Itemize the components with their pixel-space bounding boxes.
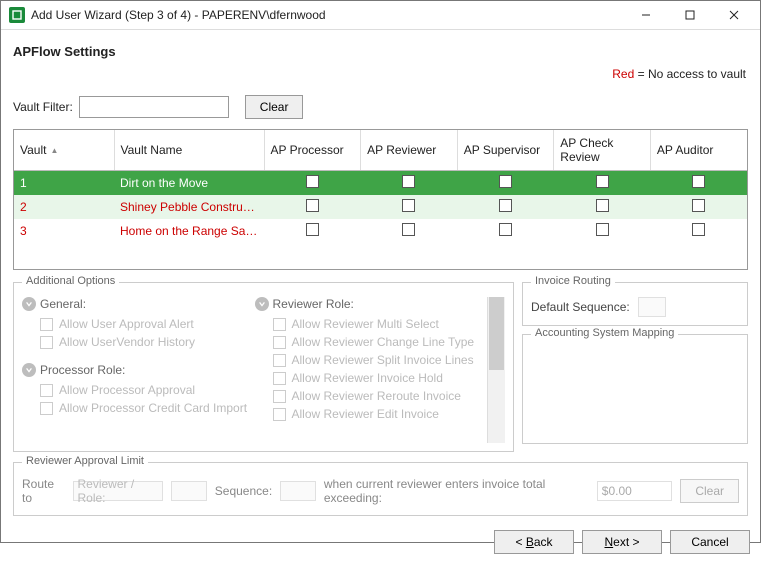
opt-reviewer-edit-invoice: Allow Reviewer Edit Invoice [273, 407, 488, 421]
minimize-button[interactable] [624, 1, 668, 29]
default-sequence-value [638, 297, 666, 317]
legend-text: = No access to vault [634, 67, 746, 81]
reviewer-role-field: Reviewer / Role: [73, 481, 164, 501]
chk-ap-supervisor[interactable] [499, 199, 512, 212]
opt-reviewer-split-invoice: Allow Reviewer Split Invoice Lines [273, 353, 488, 367]
limit-amount: $0.00 [597, 481, 673, 501]
footer: < Back Next > Cancel [1, 522, 760, 564]
cell-vault-name: Shiney Pebble Constru… [114, 195, 264, 219]
cell-vault-id: 1 [14, 171, 114, 196]
back-button[interactable]: < Back [494, 530, 574, 554]
chk-ap-auditor[interactable] [692, 175, 705, 188]
col-ap-reviewer[interactable]: AP Reviewer [361, 130, 458, 171]
cell-vault-name: Dirt on the Move [114, 171, 264, 196]
chk-ap-auditor[interactable] [692, 199, 705, 212]
clear-filter-button[interactable]: Clear [245, 95, 304, 119]
additional-options-group: Additional Options General: Allow User A… [13, 282, 514, 452]
close-button[interactable] [712, 1, 756, 29]
group-label: Invoice Routing [531, 275, 615, 287]
col-ap-processor[interactable]: AP Processor [264, 130, 361, 171]
opt-allow-user-approval-alert: Allow User Approval Alert [40, 317, 255, 331]
opt-reviewer-invoice-hold: Allow Reviewer Invoice Hold [273, 371, 488, 385]
cell-vault-id: 3 [14, 219, 114, 243]
group-label: Reviewer Approval Limit [22, 455, 148, 467]
app-icon [9, 7, 25, 23]
sequence-value [280, 481, 316, 501]
legend-red: Red [612, 67, 634, 81]
opt-reviewer-change-line-type: Allow Reviewer Change Line Type [273, 335, 488, 349]
col-vault-name[interactable]: Vault Name [114, 130, 264, 171]
chk-ap-auditor[interactable] [692, 223, 705, 236]
limit-tail-text: when current reviewer enters invoice tot… [324, 477, 589, 505]
chk-ap-processor[interactable] [306, 223, 319, 236]
cell-vault-id: 2 [14, 195, 114, 219]
chevron-down-icon [22, 363, 36, 377]
maximize-button[interactable] [668, 1, 712, 29]
legend: Red = No access to vault [11, 67, 746, 81]
cancel-button[interactable]: Cancel [670, 530, 750, 554]
opt-allow-user-vendor-history: Allow UserVendor History [40, 335, 255, 349]
default-sequence-label: Default Sequence: [531, 300, 630, 314]
table-row[interactable]: 1 Dirt on the Move [14, 171, 747, 196]
col-ap-auditor[interactable]: AP Auditor [650, 130, 747, 171]
route-to-label: Route to [22, 477, 65, 505]
page-title: APFlow Settings [13, 44, 750, 59]
accounting-mapping-group: Accounting System Mapping [522, 334, 748, 444]
chk-ap-processor[interactable] [306, 199, 319, 212]
next-button[interactable]: Next > [582, 530, 662, 554]
chk-ap-reviewer[interactable] [402, 223, 415, 236]
reviewer-approval-limit-group: Reviewer Approval Limit Route to Reviewe… [13, 462, 748, 516]
col-ap-supervisor[interactable]: AP Supervisor [457, 130, 554, 171]
vault-grid: Vault▲ Vault Name AP Processor AP Review… [13, 129, 748, 270]
col-ap-check-review[interactable]: AP Check Review [554, 130, 651, 171]
opt-allow-processor-cc-import: Allow Processor Credit Card Import [40, 401, 255, 415]
chk-ap-reviewer[interactable] [402, 199, 415, 212]
chk-ap-check-review[interactable] [596, 199, 609, 212]
general-heading[interactable]: General: [22, 297, 255, 311]
opt-reviewer-reroute: Allow Reviewer Reroute Invoice [273, 389, 488, 403]
chk-ap-check-review[interactable] [596, 175, 609, 188]
processor-heading[interactable]: Processor Role: [22, 363, 255, 377]
titlebar: Add User Wizard (Step 3 of 4) - PAPERENV… [1, 1, 760, 30]
reviewer-role-value [171, 481, 207, 501]
window-title: Add User Wizard (Step 3 of 4) - PAPERENV… [31, 8, 624, 22]
limit-clear-button: Clear [680, 479, 739, 503]
chk-ap-reviewer[interactable] [402, 175, 415, 188]
sequence-label: Sequence: [215, 484, 272, 498]
table-row[interactable]: 3 Home on the Range Sa… [14, 219, 747, 243]
group-label: Accounting System Mapping [531, 327, 678, 339]
table-row[interactable]: 2 Shiney Pebble Constru… [14, 195, 747, 219]
window: Add User Wizard (Step 3 of 4) - PAPERENV… [0, 0, 761, 543]
scroll-thumb[interactable] [489, 297, 504, 370]
chevron-down-icon [22, 297, 36, 311]
cell-vault-name: Home on the Range Sa… [114, 219, 264, 243]
group-label: Additional Options [22, 275, 119, 287]
chk-ap-supervisor[interactable] [499, 175, 512, 188]
col-vault[interactable]: Vault▲ [14, 130, 114, 171]
vault-filter-input[interactable] [79, 96, 229, 118]
reviewer-heading[interactable]: Reviewer Role: [255, 297, 488, 311]
chevron-down-icon [255, 297, 269, 311]
opt-allow-processor-approval: Allow Processor Approval [40, 383, 255, 397]
chk-ap-processor[interactable] [306, 175, 319, 188]
scrollbar[interactable] [487, 297, 505, 443]
vault-filter-label: Vault Filter: [13, 100, 73, 114]
sort-asc-icon: ▲ [50, 146, 58, 155]
chk-ap-check-review[interactable] [596, 223, 609, 236]
chk-ap-supervisor[interactable] [499, 223, 512, 236]
opt-reviewer-multi-select: Allow Reviewer Multi Select [273, 317, 488, 331]
invoice-routing-group: Invoice Routing Default Sequence: [522, 282, 748, 326]
